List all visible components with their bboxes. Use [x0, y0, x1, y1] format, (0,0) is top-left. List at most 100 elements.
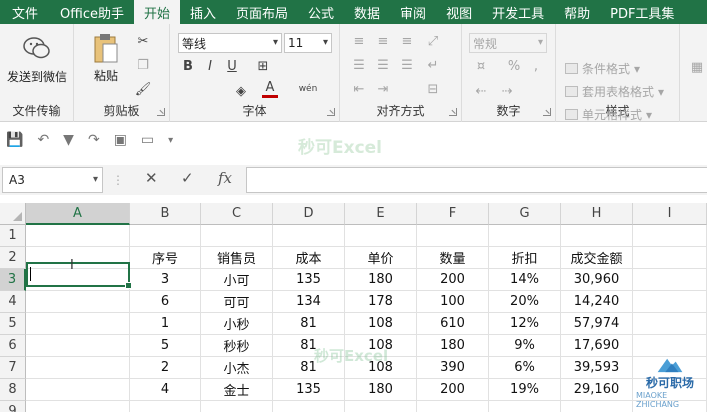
align-center-icon[interactable]: ☰	[374, 56, 392, 74]
row-header-2[interactable]: 2	[0, 247, 26, 269]
cell-b1[interactable]	[130, 225, 201, 247]
enter-icon[interactable]: ✓	[181, 169, 194, 187]
font-size-select[interactable]: 11 ▾	[284, 33, 332, 53]
cell-a4[interactable]	[26, 291, 130, 313]
cell-h9[interactable]	[561, 401, 633, 412]
insert-function-button[interactable]: fx	[218, 169, 232, 187]
cell-f6[interactable]: 180	[417, 335, 489, 357]
cell-h6[interactable]: 17,690	[561, 335, 633, 357]
cell-f8[interactable]: 200	[417, 379, 489, 401]
clipboard-launcher-icon[interactable]	[157, 108, 165, 116]
percent-button[interactable]: %	[506, 57, 522, 75]
active-cell-a3[interactable]	[26, 262, 132, 289]
cell-i6[interactable]	[633, 335, 707, 357]
tab-file[interactable]: 文件	[0, 0, 50, 24]
align-left-icon[interactable]: ☰	[350, 56, 368, 74]
tab-developer[interactable]: 开发工具	[482, 0, 554, 24]
cell-i4[interactable]	[633, 291, 707, 313]
cell-d4[interactable]: 134	[273, 291, 345, 313]
cell-c5[interactable]: 小秒	[201, 313, 273, 335]
cell-b4[interactable]: 6	[130, 291, 201, 313]
cell-i3[interactable]	[633, 269, 707, 291]
tab-help[interactable]: 帮助	[554, 0, 600, 24]
font-color-button[interactable]: A	[262, 80, 278, 98]
cell-a5[interactable]	[26, 313, 130, 335]
undo-icon[interactable]: ↶	[37, 132, 49, 148]
font-name-select[interactable]: 等线 ▾	[178, 33, 282, 53]
customize-qat-icon[interactable]: ▾	[168, 135, 173, 146]
row-header-4[interactable]: 4	[0, 291, 26, 313]
tab-page-layout[interactable]: 页面布局	[226, 0, 298, 24]
cells-group-icon[interactable]: ▦	[690, 58, 704, 76]
cell-a7[interactable]	[26, 357, 130, 379]
row-header-5[interactable]: 5	[0, 313, 26, 335]
cell-b7[interactable]: 2	[130, 357, 201, 379]
cell-d1[interactable]	[273, 225, 345, 247]
column-header-d[interactable]: D	[273, 203, 345, 225]
align-bottom-icon[interactable]: ≡	[398, 32, 416, 50]
number-format-select[interactable]: 常规 ▾	[469, 33, 547, 53]
cell-i2[interactable]	[633, 247, 707, 269]
currency-icon[interactable]: ¤	[472, 57, 490, 75]
tab-pdf-tools[interactable]: PDF工具集	[600, 0, 684, 24]
cell-a1[interactable]	[26, 225, 130, 247]
number-launcher-icon[interactable]	[543, 108, 551, 116]
cell-h2[interactable]: 成交金额	[561, 247, 633, 269]
format-painter-icon[interactable]: 🖌	[134, 80, 152, 98]
cell-c4[interactable]: 可可	[201, 291, 273, 313]
decrease-indent-icon[interactable]: ⇤	[350, 80, 368, 98]
cell-e3[interactable]: 180	[345, 269, 417, 291]
column-header-h[interactable]: H	[561, 203, 633, 225]
cell-h3[interactable]: 30,960	[561, 269, 633, 291]
row-header-7[interactable]: 7	[0, 357, 26, 379]
column-header-c[interactable]: C	[201, 203, 273, 225]
tab-home[interactable]: 开始	[133, 0, 180, 24]
tab-data[interactable]: 数据	[344, 0, 390, 24]
cell-c7[interactable]: 小杰	[201, 357, 273, 379]
cell-g5[interactable]: 12%	[489, 313, 561, 335]
column-header-f[interactable]: F	[417, 203, 489, 225]
cell-b8[interactable]: 4	[130, 379, 201, 401]
underline-button[interactable]: U	[224, 57, 240, 75]
tab-view[interactable]: 视图	[436, 0, 482, 24]
cell-h8[interactable]: 29,160	[561, 379, 633, 401]
formula-input[interactable]	[246, 167, 707, 193]
column-header-i[interactable]: I	[633, 203, 707, 225]
border-icon[interactable]: ⊞	[254, 57, 272, 75]
column-header-a[interactable]: A	[26, 203, 130, 225]
cell-b2[interactable]: 序号	[130, 247, 201, 269]
cell-c8[interactable]: 金士	[201, 379, 273, 401]
cell-e2[interactable]: 单价	[345, 247, 417, 269]
cell-a6[interactable]	[26, 335, 130, 357]
tab-office-assistant[interactable]: Office助手	[50, 0, 134, 24]
phonetic-icon[interactable]: wén	[298, 80, 318, 98]
tab-review[interactable]: 审阅	[390, 0, 436, 24]
cell-h5[interactable]: 57,974	[561, 313, 633, 335]
tab-formulas[interactable]: 公式	[298, 0, 344, 24]
column-header-g[interactable]: G	[489, 203, 561, 225]
font-launcher-icon[interactable]	[327, 108, 335, 116]
cell-i5[interactable]	[633, 313, 707, 335]
cell-c6[interactable]: 秒秒	[201, 335, 273, 357]
cell-d9[interactable]	[273, 401, 345, 412]
cell-g1[interactable]	[489, 225, 561, 247]
cell-a9[interactable]	[26, 401, 130, 412]
cell-i1[interactable]	[633, 225, 707, 247]
save-icon[interactable]: 💾	[6, 132, 23, 148]
cell-h1[interactable]	[561, 225, 633, 247]
column-header-b[interactable]: B	[130, 203, 201, 225]
cell-g3[interactable]: 14%	[489, 269, 561, 291]
cell-f2[interactable]: 数量	[417, 247, 489, 269]
name-box[interactable]: A3 ▾	[2, 167, 103, 193]
tab-insert[interactable]: 插入	[180, 0, 226, 24]
cell-f9[interactable]	[417, 401, 489, 412]
cell-b3[interactable]: 3	[130, 269, 201, 291]
italic-button[interactable]: I	[202, 57, 218, 75]
cell-d3[interactable]: 135	[273, 269, 345, 291]
cell-f3[interactable]: 200	[417, 269, 489, 291]
cut-icon[interactable]: ✂	[134, 32, 152, 50]
decrease-decimal-icon[interactable]: ⇢	[498, 82, 516, 100]
increase-indent-icon[interactable]: ⇥	[374, 80, 392, 98]
cell-styles-button[interactable]: 单元格样式 ▾	[565, 106, 652, 123]
cell-a8[interactable]	[26, 379, 130, 401]
